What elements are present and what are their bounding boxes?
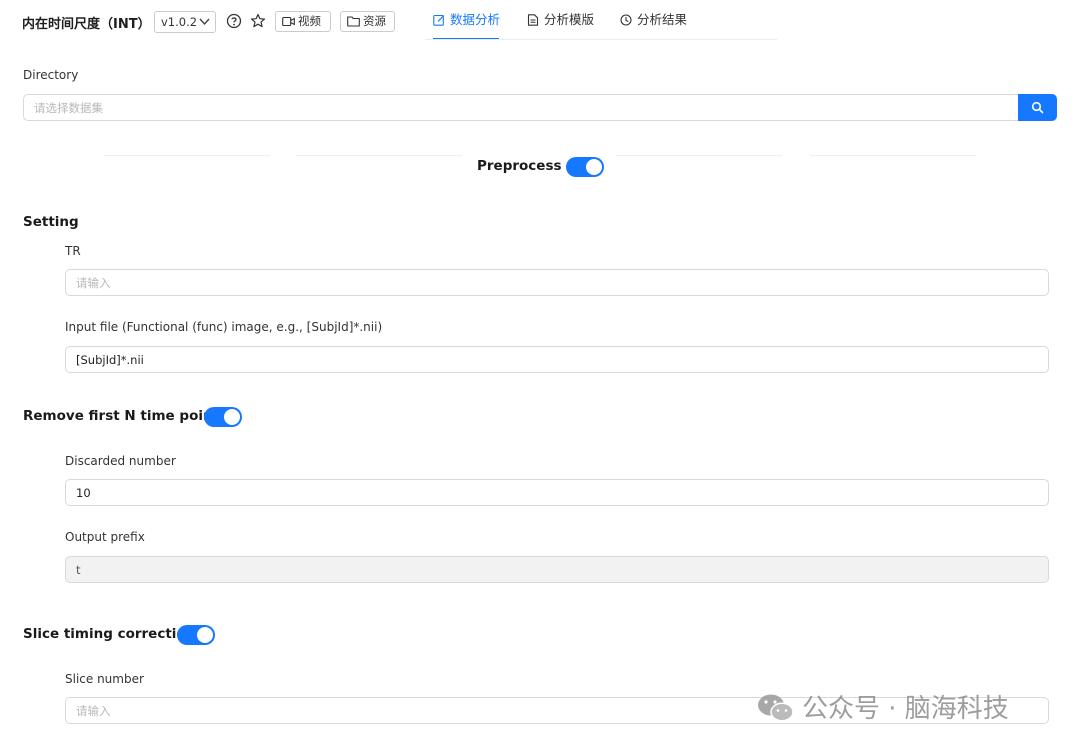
divider [810, 155, 976, 156]
video-button-label: 视频 [298, 14, 321, 28]
output-prefix-input [65, 556, 1049, 583]
folder-icon [347, 16, 360, 27]
discarded-number-label: Discarded number [65, 454, 176, 468]
star-icon[interactable] [250, 13, 268, 31]
slice-number-label: Slice number [65, 672, 144, 686]
preprocess-title: Preprocess [477, 158, 562, 174]
toggle-knob [224, 409, 240, 425]
slice-timing-toggle[interactable] [177, 625, 215, 645]
tab-data-analysis[interactable]: 数据分析 [433, 10, 501, 40]
resource-button-label: 资源 [363, 14, 386, 28]
directory-input[interactable] [23, 94, 1019, 121]
tab-label: 分析模版 [544, 12, 595, 27]
directory-label: Directory [23, 68, 79, 82]
edit-icon [433, 14, 445, 26]
wechat-icon [758, 694, 794, 722]
tr-label: TR [65, 244, 81, 258]
tab-analysis-template[interactable]: 分析模版 [527, 10, 594, 40]
video-button[interactable]: 视频 [275, 11, 331, 32]
tab-label: 数据分析 [450, 12, 501, 27]
slice-timing-title: Slice timing correction [23, 626, 196, 642]
divider [296, 155, 462, 156]
remove-first-toggle[interactable] [204, 407, 242, 427]
app-title: 内在时间尺度（INT） [22, 17, 151, 32]
divider [616, 155, 782, 156]
toggle-knob [197, 627, 213, 643]
top-bar: 内在时间尺度（INT） v1.0.2 视频 资源 数据分析 分析模版 分析结果 [0, 0, 1080, 44]
toggle-knob [586, 159, 602, 175]
search-icon [1031, 101, 1044, 114]
remove-first-title: Remove first N time points [23, 408, 228, 424]
input-file-field[interactable] [65, 346, 1049, 373]
divider [104, 155, 270, 156]
help-icon[interactable] [226, 13, 244, 31]
tabs-underline [425, 39, 777, 40]
version-select[interactable]: v1.0.2 [154, 11, 216, 33]
chevron-down-icon [199, 13, 210, 38]
setting-title: Setting [23, 214, 79, 230]
resource-button[interactable]: 资源 [340, 11, 395, 32]
input-file-label: Input file (Functional (func) image, e.g… [65, 320, 383, 334]
version-value: v1.0.2 [161, 15, 198, 29]
history-icon [620, 14, 632, 26]
tr-input[interactable] [65, 269, 1049, 296]
tab-analysis-results[interactable]: 分析结果 [620, 10, 687, 40]
discarded-number-input[interactable] [65, 479, 1049, 506]
search-button[interactable] [1018, 94, 1057, 121]
tab-label: 分析结果 [637, 12, 688, 27]
video-icon [282, 16, 295, 27]
preprocess-toggle[interactable] [566, 157, 604, 177]
output-prefix-label: Output prefix [65, 530, 145, 544]
watermark-text: 公众号 · 脑海科技 [802, 694, 1009, 724]
file-icon [527, 14, 539, 26]
